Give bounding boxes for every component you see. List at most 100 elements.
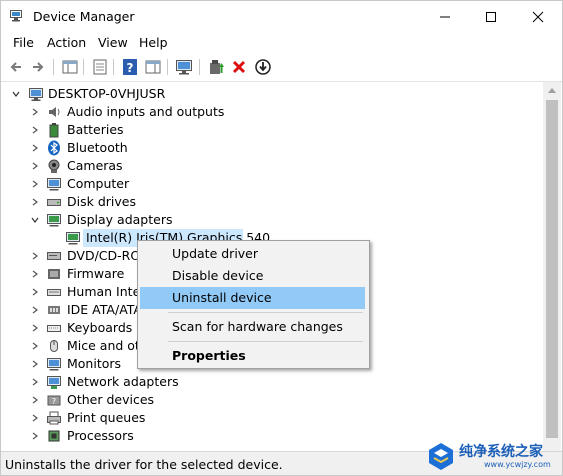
category-label: Print queues bbox=[67, 410, 146, 425]
chevron-right-icon[interactable] bbox=[31, 144, 39, 152]
chevron-right-icon[interactable] bbox=[31, 162, 39, 170]
chevron-right-icon[interactable] bbox=[31, 378, 39, 386]
tree-category[interactable]: Batteries bbox=[1, 121, 541, 139]
chevron-down-icon[interactable] bbox=[12, 90, 20, 98]
device-manager-window: Device Manager File Action View Help ? D… bbox=[0, 0, 563, 476]
category-label: Disk drives bbox=[67, 194, 136, 209]
menu-separator bbox=[168, 312, 363, 313]
toolbar-separator bbox=[167, 59, 168, 75]
download-button[interactable] bbox=[254, 58, 272, 76]
scrollbar-thumb[interactable] bbox=[546, 100, 558, 438]
camera-icon bbox=[48, 159, 60, 173]
window-title: Device Manager bbox=[33, 9, 135, 24]
properties-button[interactable] bbox=[91, 58, 109, 76]
chevron-right-icon[interactable] bbox=[31, 108, 39, 116]
tree-category[interactable]: ? Other devices bbox=[1, 391, 541, 409]
chevron-right-icon[interactable] bbox=[31, 396, 39, 404]
scroll-up-arrow-icon[interactable] bbox=[548, 87, 556, 93]
show-hide-tree-button[interactable] bbox=[61, 58, 79, 76]
menu-item-label: Properties bbox=[172, 348, 246, 363]
other-devices-icon: ? bbox=[47, 395, 61, 406]
toolbar-separator bbox=[53, 59, 54, 75]
menu-properties[interactable]: Properties bbox=[140, 345, 365, 367]
tree-category[interactable]: Cameras bbox=[1, 157, 541, 175]
category-label: Display adapters bbox=[67, 212, 173, 227]
tree-category[interactable]: Computer bbox=[1, 175, 541, 193]
category-label: Bluetooth bbox=[67, 140, 128, 155]
menu-help[interactable]: Help bbox=[139, 35, 168, 50]
chevron-right-icon[interactable] bbox=[31, 342, 39, 350]
chevron-right-icon[interactable] bbox=[31, 360, 39, 368]
close-icon bbox=[532, 11, 544, 23]
menu-separator bbox=[168, 341, 363, 342]
category-label: Monitors bbox=[67, 356, 122, 371]
maximize-button[interactable] bbox=[468, 1, 514, 32]
tree-category-expanded[interactable]: Display adapters bbox=[1, 211, 541, 229]
back-button[interactable] bbox=[7, 58, 25, 76]
chevron-right-icon[interactable] bbox=[31, 126, 39, 134]
chevron-right-icon[interactable] bbox=[31, 324, 39, 332]
title-bar[interactable]: Device Manager bbox=[1, 1, 562, 32]
display-adapter-icon bbox=[47, 214, 61, 227]
help-icon: ? bbox=[123, 59, 137, 75]
chevron-right-icon[interactable] bbox=[31, 432, 39, 440]
tree-root[interactable]: DESKTOP-0VHJUSR bbox=[1, 85, 541, 103]
tree-category[interactable]: Bluetooth bbox=[1, 139, 541, 157]
vertical-scrollbar[interactable] bbox=[543, 82, 561, 451]
menu-item-label: Uninstall device bbox=[172, 290, 272, 305]
chevron-down-icon[interactable] bbox=[31, 216, 39, 224]
ide-controller-icon bbox=[48, 306, 60, 314]
menu-uninstall-device[interactable]: Uninstall device bbox=[140, 287, 365, 309]
category-label: Computer bbox=[67, 176, 130, 191]
category-label: Network adapters bbox=[67, 374, 179, 389]
category-label: Other devices bbox=[67, 392, 155, 407]
menu-file[interactable]: File bbox=[13, 35, 34, 50]
tree-category[interactable]: Print queues bbox=[1, 409, 541, 427]
show-hide-console-tree-icon bbox=[62, 60, 78, 74]
svg-text:?: ? bbox=[127, 61, 134, 75]
category-label: Keyboards bbox=[67, 320, 133, 335]
uninstall-button[interactable] bbox=[230, 58, 248, 76]
printer-icon bbox=[47, 411, 61, 425]
close-button[interactable] bbox=[515, 1, 561, 32]
chevron-right-icon[interactable] bbox=[31, 198, 39, 206]
toolbar-separator bbox=[199, 59, 200, 75]
disk-drive-icon bbox=[47, 199, 61, 206]
watermark-logo-icon bbox=[429, 443, 453, 470]
menu-disable-device[interactable]: Disable device bbox=[140, 265, 365, 287]
tree-category[interactable]: Disk drives bbox=[1, 193, 541, 211]
menu-item-label: Update driver bbox=[172, 246, 259, 261]
chevron-right-icon[interactable] bbox=[31, 414, 39, 422]
watermark-title: 纯净系统之家 bbox=[459, 444, 543, 460]
scan-hardware-button[interactable] bbox=[175, 58, 193, 76]
chevron-right-icon[interactable] bbox=[31, 270, 39, 278]
properties-icon bbox=[93, 59, 107, 75]
chevron-right-icon[interactable] bbox=[31, 288, 39, 296]
chevron-right-icon[interactable] bbox=[31, 252, 39, 260]
minimize-icon bbox=[440, 16, 450, 18]
menu-scan-hardware[interactable]: Scan for hardware changes bbox=[140, 316, 365, 338]
forward-button[interactable] bbox=[29, 58, 47, 76]
svg-text:?: ? bbox=[52, 397, 56, 406]
chevron-right-icon[interactable] bbox=[31, 180, 39, 188]
speaker-icon bbox=[49, 107, 60, 117]
help-button[interactable]: ? bbox=[121, 58, 139, 76]
menu-view[interactable]: View bbox=[98, 35, 128, 50]
menu-bar: File Action View Help bbox=[1, 32, 562, 53]
dvd-drive-icon bbox=[47, 252, 61, 260]
update-driver-button[interactable] bbox=[207, 58, 225, 76]
action-pane-button[interactable] bbox=[144, 58, 162, 76]
device-manager-icon bbox=[10, 10, 22, 22]
toolbar-separator bbox=[83, 59, 84, 75]
maximize-icon bbox=[486, 12, 496, 22]
menu-action[interactable]: Action bbox=[47, 35, 86, 50]
menu-update-driver[interactable]: Update driver bbox=[140, 243, 365, 265]
display-adapter-icon bbox=[66, 232, 80, 245]
category-label: Processors bbox=[67, 428, 134, 443]
tree-category[interactable]: Audio inputs and outputs bbox=[1, 103, 541, 121]
tree-category[interactable]: Network adapters bbox=[1, 373, 541, 391]
minimize-button[interactable] bbox=[422, 1, 468, 32]
monitor-icon bbox=[176, 60, 192, 75]
chevron-right-icon[interactable] bbox=[31, 306, 39, 314]
keyboard-icon bbox=[47, 325, 61, 332]
